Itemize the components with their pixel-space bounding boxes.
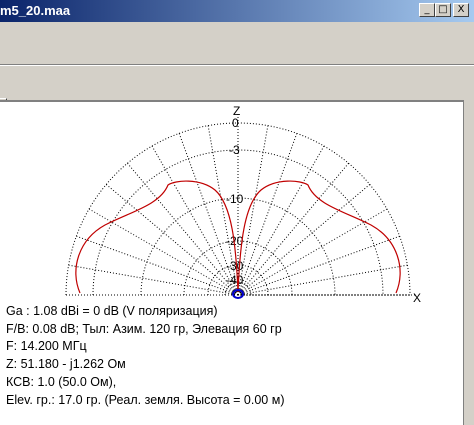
ring-labels: 0 -3 -10 -20 -30 -40 (226, 116, 244, 287)
swr-line: КСВ: 1.0 (50.0 Ом), (6, 374, 117, 389)
grid-spoke (237, 235, 400, 296)
grid-spoke (237, 264, 408, 296)
grid-spoke (237, 184, 371, 296)
ring-label-3: -3 (229, 143, 240, 157)
grid-spoke (76, 235, 239, 296)
toolbar-area (0, 22, 474, 119)
radiation-pattern-plot: 0 -3 -10 -20 -30 -40 Z X (65, 104, 421, 305)
window-title: m5_20.maa (0, 3, 71, 18)
ring-label-0: 0 (232, 116, 239, 130)
elevation-line: Elev. гр.: 17.0 гр. (Реал. земля. Высота… (6, 392, 285, 407)
toolbar-divider-highlight (0, 65, 474, 66)
ring-label-10: -10 (226, 192, 244, 206)
grid-spoke (237, 162, 349, 296)
close-button[interactable]: X (453, 3, 469, 17)
maximize-button[interactable]: □ (435, 3, 451, 17)
ring-label-30: -30 (226, 259, 244, 273)
info-panel: Ga : 1.08 dBi = 0 dB (V поляризация) F/B… (6, 303, 285, 409)
impedance-line: Z: 51.180 - j1.262 Ом (6, 357, 126, 372)
title-bar: m5_20.maa _ □ X (0, 0, 474, 22)
grid-spoke (105, 184, 239, 296)
minimize-button[interactable]: _ (419, 3, 435, 17)
fb-line: F/B: 0.08 dB; Тыл: Азим. 120 гр, Элеваци… (6, 321, 282, 336)
gain-line: Ga : 1.08 dBi = 0 dB (V поляризация) (6, 304, 218, 318)
vertical-scrollbar[interactable] (465, 100, 474, 425)
grid-spoke (237, 133, 298, 296)
ring-label-40: -40 (226, 273, 244, 287)
frequency-line: F: 14.200 МГц (6, 339, 87, 354)
axis-z-label: Z (233, 104, 240, 118)
grid-spoke (127, 162, 239, 296)
axis-x-label: X (413, 291, 421, 305)
